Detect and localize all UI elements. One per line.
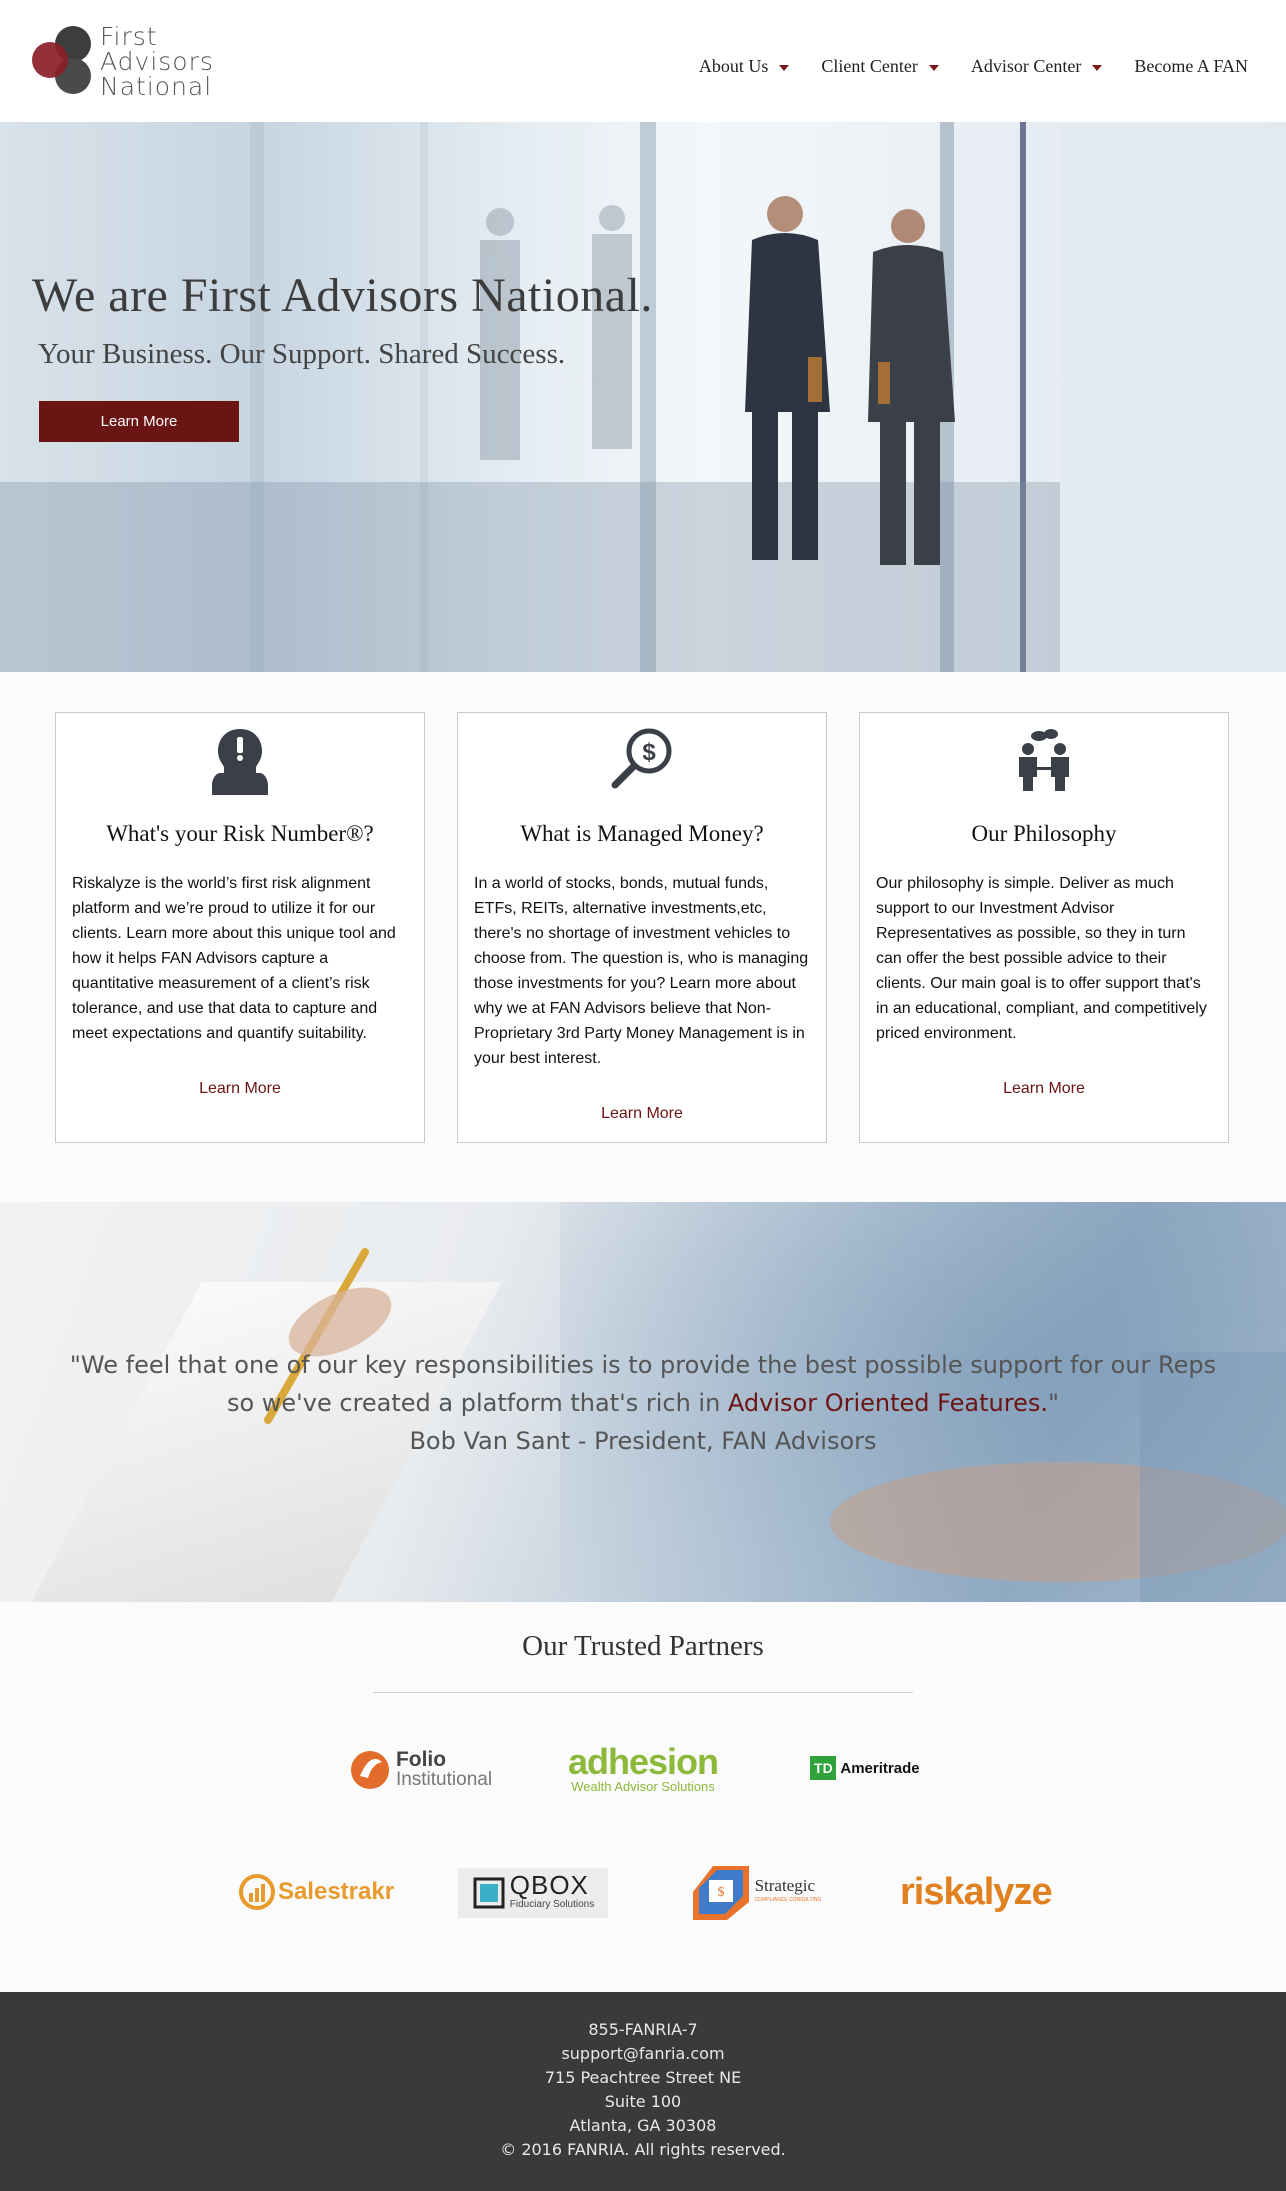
- strategic-mark-icon: $: [692, 1866, 749, 1920]
- partner-name: Strategic: [754, 1876, 815, 1895]
- partner-sub: Fiduciary Solutions: [509, 1899, 595, 1910]
- caret-down-icon: [779, 65, 790, 71]
- folio-mark-icon: [350, 1751, 389, 1789]
- logo-line-3: National: [100, 72, 213, 101]
- person-exclamation-icon: [56, 727, 424, 797]
- partners-divider: [373, 1692, 913, 1693]
- nav-advisor-center[interactable]: Advisor Center: [970, 56, 1103, 77]
- card-title: What's your Risk Number®?: [106, 821, 374, 846]
- partner-name: Ameritrade: [840, 1759, 920, 1777]
- svg-text:$: $: [642, 739, 656, 766]
- card-body: Our philosophy is simple. Deliver as muc…: [876, 875, 1207, 1042]
- card-body: In a world of stocks, bonds, mutual fund…: [474, 875, 809, 1067]
- partner-name: QBOX: [509, 1870, 589, 1900]
- logo-mark-icon: [32, 26, 91, 94]
- logo-line-1: First: [100, 22, 158, 51]
- hero-title: We are First Advisors National.: [32, 269, 653, 322]
- card-title: Our Philosophy: [971, 821, 1117, 846]
- partner-sub: COMPLIANCE CONSULTING: [754, 1897, 822, 1903]
- hero-office-illustration: [0, 122, 1286, 672]
- nav-label: Client Center: [821, 56, 918, 76]
- site-footer: 855-FANRIA-7 support@fanria.com 715 Peac…: [0, 1992, 1286, 2191]
- site-logo[interactable]: First Advisors National: [26, 24, 216, 100]
- card-title: What is Managed Money?: [520, 821, 764, 846]
- card-risk-number: What's your Risk Number®? Riskalyze is t…: [55, 712, 425, 1143]
- site-header: First Advisors National About Us Client …: [0, 0, 1286, 122]
- partner-logo-folio[interactable]: Folio Institutional: [346, 1742, 496, 1798]
- footer-email[interactable]: support@fanria.com: [0, 2042, 1286, 2066]
- footer-phone[interactable]: 855-FANRIA-7: [0, 2018, 1286, 2042]
- qbox-mark-icon: [473, 1877, 505, 1909]
- footer-city: Atlanta, GA 30308: [569, 2116, 717, 2135]
- quote-attribution: Bob Van Sant - President, FAN Advisors: [409, 1427, 877, 1455]
- nav-become-a-fan[interactable]: Become A FAN: [1134, 56, 1248, 77]
- magnifier-dollar-icon: $: [458, 727, 826, 797]
- card-body: Riskalyze is the world’s first risk alig…: [72, 875, 396, 1042]
- partners-title: Our Trusted Partners: [522, 1630, 764, 1662]
- partner-logo-salestrakr[interactable]: Salestrakr: [236, 1870, 396, 1914]
- card-our-philosophy: Our Philosophy Our philosophy is simple.…: [859, 712, 1229, 1143]
- caret-down-icon: [928, 65, 939, 71]
- salestrakr-mark-icon: [238, 1874, 275, 1910]
- nav-label: Advisor Center: [970, 56, 1082, 76]
- meeting-people-icon: [860, 727, 1228, 797]
- logo-wordmark: First Advisors National: [100, 24, 214, 99]
- quote-close: ": [1047, 1389, 1060, 1417]
- partner-logo-td-ameritrade[interactable]: TD Ameritrade: [800, 1752, 930, 1784]
- card-learn-more-link[interactable]: Learn More: [56, 1080, 424, 1098]
- partner-sub: Institutional: [395, 1769, 493, 1790]
- hero-subtitle: Your Business. Our Support. Shared Succe…: [38, 338, 566, 370]
- logo-line-2: Advisors: [100, 47, 214, 76]
- partner-logo-strategic[interactable]: $ Strategic COMPLIANCE CONSULTING: [680, 1862, 830, 1924]
- card-learn-more-link[interactable]: Learn More: [860, 1080, 1228, 1098]
- svg-text:$: $: [717, 1885, 724, 1900]
- partner-logo-qbox[interactable]: QBOX Fiduciary Solutions: [458, 1868, 608, 1918]
- partner-name: adhesion: [567, 1740, 719, 1782]
- nav-label: About Us: [698, 56, 769, 76]
- partner-logo-adhesion[interactable]: adhesion Wealth Advisor Solutions: [567, 1740, 719, 1798]
- caret-down-icon: [1092, 65, 1103, 71]
- hero-banner: We are First Advisors National. Your Bus…: [0, 122, 1286, 672]
- main-nav: About Us Client Center Advisor Center Be…: [667, 56, 1248, 77]
- footer-suite: Suite 100: [604, 2092, 682, 2111]
- testimonial-band: "We feel that one of our key responsibil…: [0, 1202, 1286, 1602]
- nav-label: Become A FAN: [1134, 56, 1248, 76]
- card-managed-money: $ What is Managed Money? In a world of s…: [457, 712, 827, 1143]
- partner-name: riskalyze: [900, 1870, 1053, 1913]
- card-learn-more-link[interactable]: Learn More: [458, 1105, 826, 1123]
- partner-logo-riskalyze[interactable]: riskalyze: [900, 1866, 1053, 1918]
- footer-street: 715 Peachtree Street NE: [544, 2068, 742, 2087]
- td-mark-icon: TD: [810, 1756, 837, 1780]
- quote-accent-link[interactable]: Advisor Oriented Features.: [728, 1389, 1048, 1417]
- partner-sub: Wealth Advisor Solutions: [571, 1778, 715, 1794]
- partner-name: Salestrakr: [277, 1878, 395, 1905]
- partner-name: Folio: [395, 1748, 447, 1771]
- nav-client-center[interactable]: Client Center: [821, 56, 939, 77]
- testimonial-quote: "We feel that one of our key responsibil…: [60, 1346, 1226, 1460]
- nav-about-us[interactable]: About Us: [699, 56, 790, 77]
- footer-copyright: © 2016 FANRIA. All rights reserved.: [500, 2140, 786, 2159]
- hero-learn-more-button[interactable]: Learn More: [39, 401, 239, 442]
